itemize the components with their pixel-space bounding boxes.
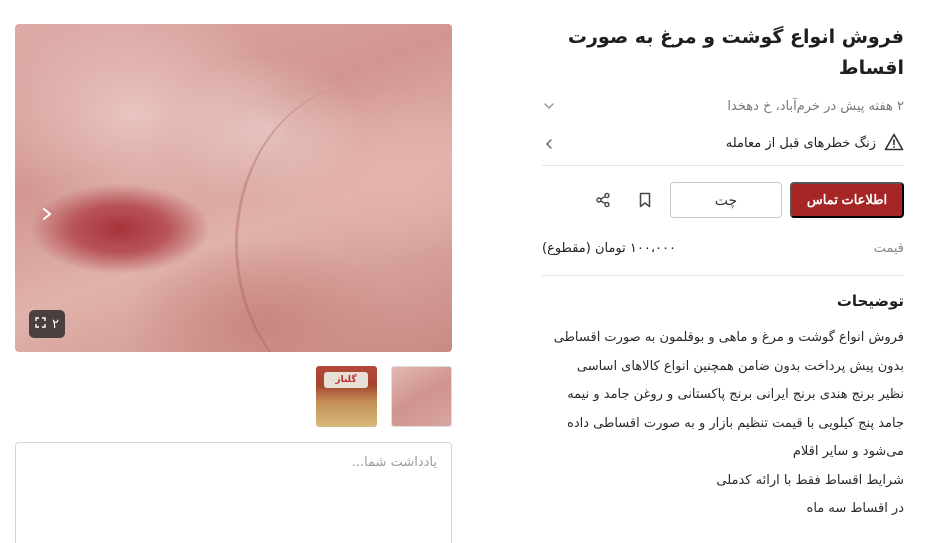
- chevron-down-icon[interactable]: [542, 99, 556, 113]
- listing-meta-text: ۲ هفته پیش در خرم‌آباد، خ دهخدا: [727, 98, 904, 114]
- price-label: قیمت: [873, 241, 904, 256]
- note-placeholder: یادداشت شما...: [351, 455, 437, 470]
- price-value: ۱۰۰،۰۰۰ تومان (مقطوع): [542, 241, 676, 256]
- chat-button[interactable]: چت: [670, 182, 782, 218]
- note-textarea[interactable]: یادداشت شما...: [15, 442, 452, 543]
- description-line: شرایط اقساط فقط با ارائه کدملی: [716, 472, 904, 488]
- fullscreen-icon: [35, 316, 46, 332]
- price-row: قیمت ۱۰۰،۰۰۰ تومان (مقطوع): [542, 236, 904, 276]
- description-line: در اقساط سه ماه: [806, 501, 904, 516]
- listing-title: فروش انواع گوشت و مرغ به صورت اقساط: [567, 26, 904, 79]
- description-line: می‌شود و سایر اقلام: [792, 444, 904, 459]
- share-icon[interactable]: [586, 183, 620, 217]
- warning-triangle-icon: [884, 133, 904, 155]
- description-line: بدون پیش پرداخت بدون ضامن همچنین انواع ک…: [576, 358, 904, 374]
- brand-logo: گلناز: [324, 372, 368, 388]
- contact-info-button[interactable]: اطلاعات تماس: [790, 182, 904, 218]
- image-counter-badge[interactable]: ۲: [29, 310, 65, 338]
- bookmark-icon[interactable]: [628, 183, 662, 217]
- main-product-image[interactable]: [15, 24, 452, 352]
- description-heading: توضیحات: [836, 292, 904, 310]
- chevron-left-icon: [542, 137, 556, 151]
- description-line: فروش انواع گوشت و مرغ و ماهی و بوقلمون ب…: [553, 330, 904, 345]
- gallery-thumbnail-package[interactable]: گلناز: [316, 366, 377, 427]
- description-line: نظیر برنج هندی برنج ایرانی برنج پاکستانی…: [567, 387, 904, 402]
- risk-warning-text: زنگ خطرهای قبل از معامله: [725, 136, 876, 151]
- image-count: ۲: [52, 316, 59, 332]
- chevron-right-icon[interactable]: [35, 202, 59, 226]
- listing-info-panel: فروش انواع گوشت و مرغ به صورت اقساط ۲ هف…: [542, 22, 904, 524]
- description-body: فروش انواع گوشت و مرغ و ماهی و بوقلمون ب…: [542, 324, 904, 524]
- risk-warning-row[interactable]: زنگ خطرهای قبل از معامله: [542, 133, 904, 166]
- listing-meta-row[interactable]: ۲ هفته پیش در خرم‌آباد، خ دهخدا: [542, 95, 904, 117]
- action-bar: اطلاعات تماس چت: [542, 182, 904, 218]
- description-line: جامد پنج کیلویی با قیمت تنظیم بازار و به…: [567, 415, 904, 431]
- gallery-thumbnail-meat[interactable]: [391, 366, 452, 427]
